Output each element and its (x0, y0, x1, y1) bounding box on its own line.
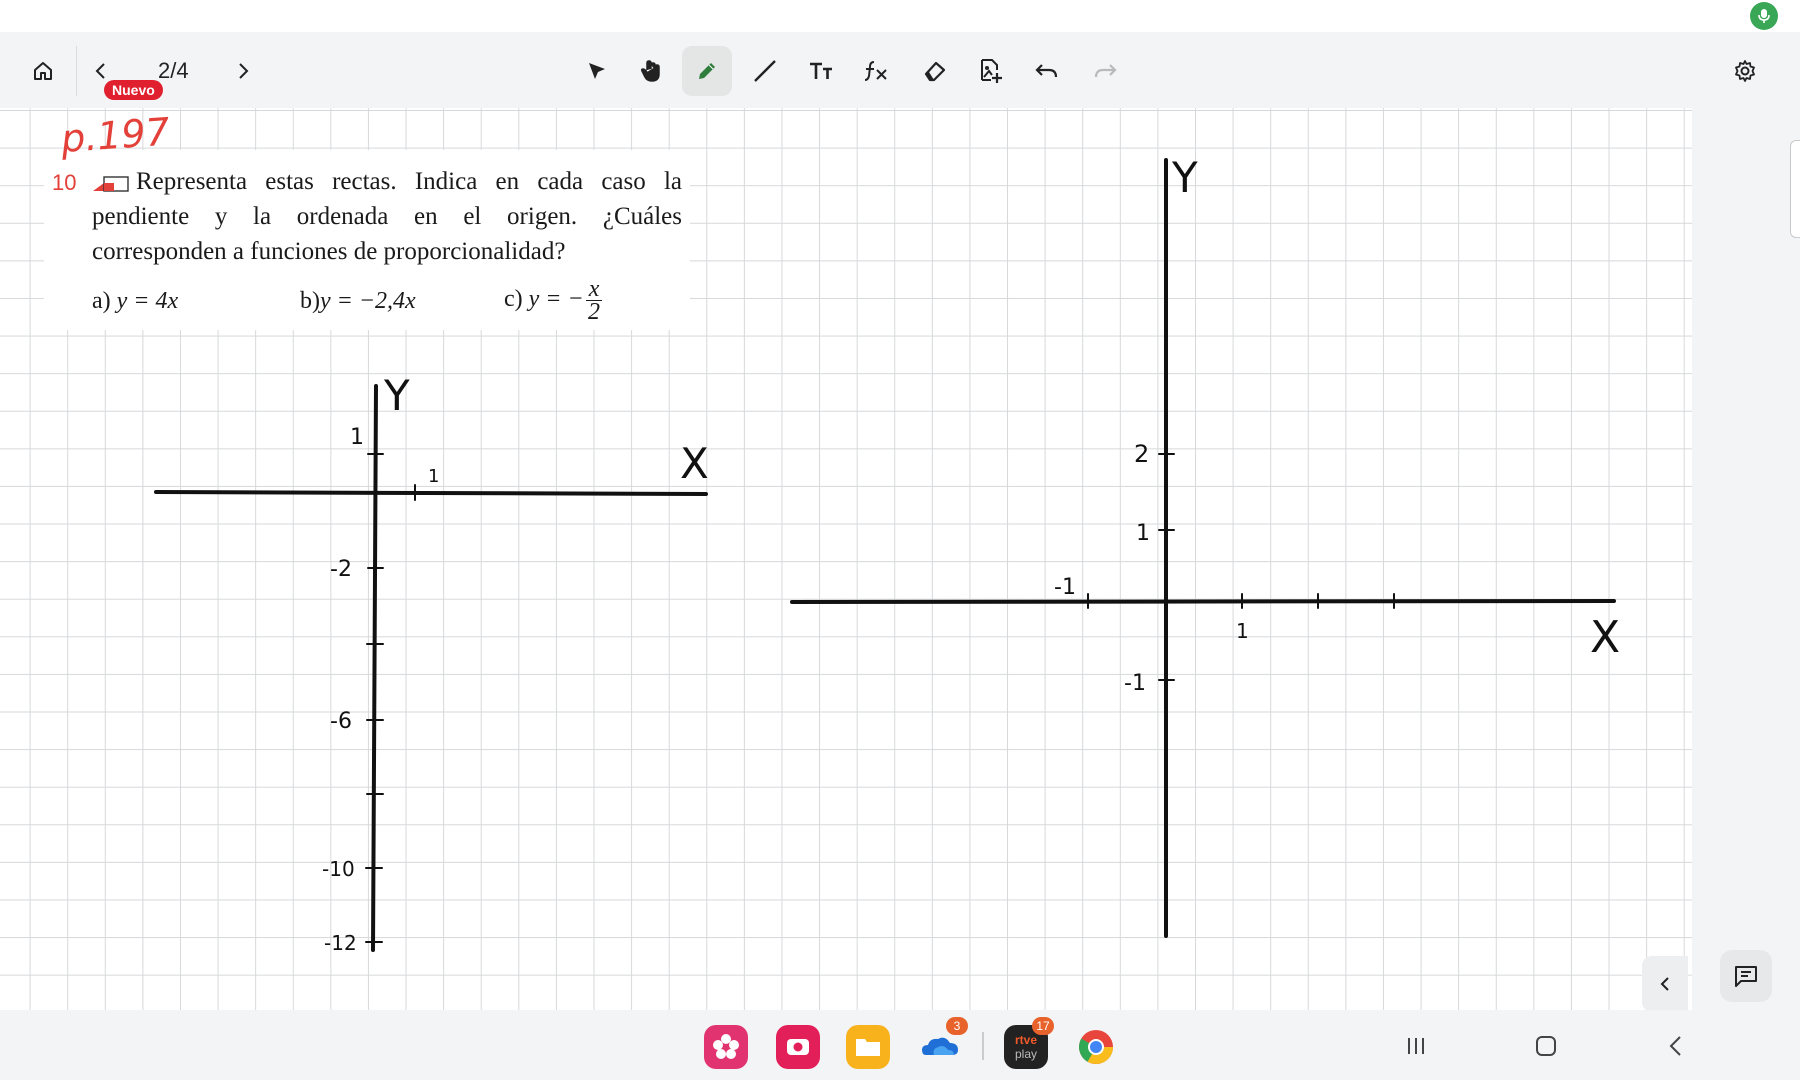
line-tool-button[interactable] (740, 46, 790, 96)
graph-right-x-tick-label: 1 (1236, 619, 1249, 643)
app-onedrive[interactable]: 3 (918, 1017, 968, 1069)
page-reference: p.197 (59, 110, 172, 162)
graph-left-y-axis (371, 384, 378, 952)
graph-left-y-tick-label: -6 (330, 709, 352, 734)
redo-button[interactable] (1080, 46, 1130, 96)
home-icon (34, 62, 52, 80)
toolbar: 2/4 Nuevo (0, 34, 1692, 109)
rtve-logo-text: rtve (1014, 1033, 1037, 1047)
collapse-panel-button[interactable] (1642, 956, 1688, 1012)
status-bar (0, 0, 1800, 32)
app-blossom[interactable] (704, 1025, 748, 1069)
graph-left-y-label: Y (383, 371, 410, 420)
settings-button[interactable] (1720, 46, 1770, 96)
comments-button[interactable] (1720, 950, 1772, 1002)
right-panel (1692, 34, 1800, 1010)
back-icon (1669, 1036, 1681, 1056)
home-nav-button[interactable] (1534, 1034, 1558, 1063)
graph-right-y-tick-label: -1 (1124, 671, 1146, 696)
chevron-left-icon (95, 63, 105, 79)
notification-badge: 17 (1032, 1017, 1054, 1035)
app-camera[interactable] (776, 1025, 820, 1069)
app-rtve-play[interactable]: rtve play 17 (1004, 1017, 1054, 1069)
graph-right-x-tick-label: -1 (1054, 575, 1076, 600)
dock-divider (982, 1032, 984, 1060)
graph-left-x-tick-label: 1 (428, 466, 439, 487)
function-icon (864, 61, 887, 81)
text-size-icon (810, 62, 832, 79)
graph-left-x-axis (154, 490, 708, 496)
cursor-icon (589, 63, 605, 79)
graph-right (790, 158, 1616, 938)
gear-icon (1735, 60, 1755, 82)
text-tool-button[interactable] (796, 46, 846, 96)
app-chrome[interactable] (1074, 1025, 1118, 1069)
undo-button[interactable] (1022, 46, 1072, 96)
chevron-right-icon (239, 63, 249, 79)
graph-right-y-label: Y (1171, 153, 1198, 202)
handwriting-layer: p.197 Y X 1 1 -2 -6 -10 -12 Y X -1 1 2 1… (59, 110, 1621, 955)
taskbar (0, 1010, 1800, 1080)
formula-tool-button[interactable] (852, 46, 902, 96)
chrome-icon (1079, 1030, 1113, 1064)
home-button[interactable] (18, 46, 68, 96)
scroll-handle[interactable] (1790, 140, 1800, 238)
pen-tool-button[interactable] (682, 46, 732, 96)
graph-right-x-axis (790, 599, 1616, 604)
notebook-canvas[interactable]: 10 Representa estas rectas. Indica en ca… (0, 108, 1692, 1010)
camera-icon (787, 1039, 809, 1055)
app-files[interactable] (846, 1025, 890, 1069)
home-nav-icon (1536, 1036, 1556, 1056)
recent-apps-button[interactable] (1404, 1034, 1428, 1063)
hand-icon (640, 60, 660, 82)
graph-left-y-tick-label: -10 (322, 857, 355, 881)
graph-left-y-tick-label: -2 (330, 557, 352, 582)
notification-badge: 3 (946, 1017, 968, 1035)
back-nav-button[interactable] (1664, 1034, 1688, 1063)
play-logo-text: play (1014, 1047, 1037, 1061)
toolbar-divider (76, 46, 77, 96)
folder-icon (856, 1039, 880, 1056)
select-tool-button[interactable] (572, 46, 622, 96)
line-icon (754, 60, 776, 82)
graph-right-y-tick-label: 2 (1134, 440, 1149, 468)
graph-right-x-label: X (1590, 612, 1620, 663)
undo-icon (1035, 64, 1058, 78)
graph-left-y-tick-label: 1 (350, 425, 364, 450)
microphone-icon (1758, 9, 1770, 23)
add-image-icon (981, 59, 1002, 83)
recent-apps-icon (1408, 1038, 1424, 1054)
redo-icon (1094, 64, 1117, 78)
pen-icon (699, 63, 715, 79)
graph-right-y-tick-label: 1 (1136, 521, 1150, 546)
insert-image-button[interactable] (966, 46, 1016, 96)
page-indicator: 2/4 (158, 58, 189, 83)
flower-icon (713, 1034, 739, 1059)
hand-tool-button[interactable] (626, 46, 676, 96)
microphone-indicator (1750, 2, 1778, 30)
chevron-left-icon (1660, 977, 1669, 991)
graph-left-x-label: X (680, 439, 709, 488)
comment-icon (1735, 966, 1757, 987)
new-badge: Nuevo (104, 80, 163, 100)
eraser-icon (924, 61, 946, 82)
next-page-button[interactable] (218, 46, 268, 96)
graph-left-y-tick-label: -12 (324, 931, 357, 955)
eraser-tool-button[interactable] (910, 46, 960, 96)
